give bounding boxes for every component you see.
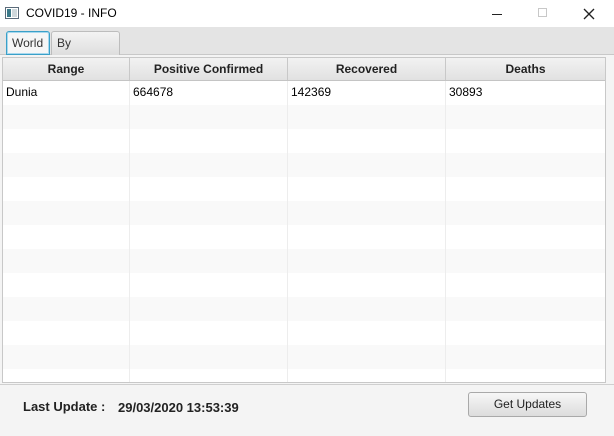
table-cell: [3, 177, 130, 201]
table-cell: [130, 369, 288, 382]
table-cell: [3, 249, 130, 273]
table-cell: [3, 225, 130, 249]
table-cell: [446, 369, 605, 382]
table-cell: 30893: [446, 81, 605, 105]
table-cell: [130, 105, 288, 129]
table-cell: 664678: [130, 81, 288, 105]
column-header-positive-confirmed[interactable]: Positive Confirmed: [130, 58, 288, 80]
table-cell: [288, 249, 446, 273]
close-x-glyph: [583, 8, 595, 20]
get-updates-button[interactable]: Get Updates: [468, 392, 587, 417]
table-cell: [130, 345, 288, 369]
table-cell: [288, 201, 446, 225]
table-cell: [446, 225, 605, 249]
table-row-empty[interactable]: [3, 321, 605, 345]
tab-world[interactable]: World: [6, 31, 50, 55]
data-table[interactable]: Range Positive Confirmed Recovered Death…: [2, 57, 606, 383]
table-row-empty[interactable]: [3, 105, 605, 129]
table-cell: [130, 177, 288, 201]
table-cell: [130, 129, 288, 153]
table-row-empty[interactable]: [3, 369, 605, 382]
table-row[interactable]: Dunia 664678 142369 30893: [3, 81, 605, 105]
minimize-icon[interactable]: [474, 0, 520, 27]
table-side-margin: [606, 57, 614, 383]
table-cell: [446, 177, 605, 201]
column-header-recovered[interactable]: Recovered: [288, 58, 446, 80]
table-cell: [446, 153, 605, 177]
table-cell: [130, 297, 288, 321]
table-row-empty[interactable]: [3, 225, 605, 249]
table-cell: [3, 273, 130, 297]
table-row-empty[interactable]: [3, 273, 605, 297]
table-cell: [446, 249, 605, 273]
table-row-empty[interactable]: [3, 297, 605, 321]
window-title: COVID19 - INFO: [26, 6, 117, 20]
table-cell: [130, 225, 288, 249]
app-window-icon: [5, 7, 19, 19]
table-cell: [130, 249, 288, 273]
table-cell: [446, 129, 605, 153]
table-cell: Dunia: [3, 81, 130, 105]
table-cell: [130, 153, 288, 177]
table-cell: [3, 153, 130, 177]
table-cell: [446, 321, 605, 345]
table-header: Range Positive Confirmed Recovered Death…: [3, 58, 605, 81]
table-cell: [288, 129, 446, 153]
table-cell: [288, 225, 446, 249]
table-cell: [446, 273, 605, 297]
table-row-empty[interactable]: [3, 153, 605, 177]
table-cell: [288, 153, 446, 177]
last-update-label: Last Update :: [23, 399, 106, 414]
table-cell: [446, 201, 605, 225]
table-cell: [288, 273, 446, 297]
table-cell: [3, 201, 130, 225]
table-cell: [288, 105, 446, 129]
tab-bar: World By Country: [0, 27, 614, 72]
table-cell: [3, 129, 130, 153]
table-cell: [3, 297, 130, 321]
table-row-empty[interactable]: [3, 177, 605, 201]
table-cell: [130, 201, 288, 225]
column-header-deaths[interactable]: Deaths: [446, 58, 605, 80]
table-row-empty[interactable]: [3, 129, 605, 153]
table-cell: [3, 369, 130, 382]
table-row-empty[interactable]: [3, 345, 605, 369]
table-row-empty[interactable]: [3, 201, 605, 225]
last-update-value: 29/03/2020 13:53:39: [118, 400, 239, 415]
column-header-range[interactable]: Range: [3, 58, 130, 80]
maximize-icon[interactable]: [520, 0, 566, 27]
table-cell: [288, 369, 446, 382]
tab-by-country[interactable]: By Country: [51, 31, 120, 72]
table-cell: [3, 105, 130, 129]
table-cell: [446, 345, 605, 369]
close-icon[interactable]: [566, 0, 612, 27]
table-cell: [446, 105, 605, 129]
table-cell: [288, 177, 446, 201]
table-cell: [288, 345, 446, 369]
table-cell: [288, 321, 446, 345]
table-cell: [446, 297, 605, 321]
table-cell: 142369: [288, 81, 446, 105]
footer-bar: Last Update : 29/03/2020 13:53:39 Get Up…: [0, 384, 614, 436]
table-cell: [130, 321, 288, 345]
table-cell: [3, 321, 130, 345]
title-bar[interactable]: COVID19 - INFO: [0, 0, 614, 27]
table-cell: [3, 345, 130, 369]
table-cell: [288, 297, 446, 321]
app-window: COVID19 - INFO World By Country Range Po…: [0, 0, 614, 436]
table-row-empty[interactable]: [3, 249, 605, 273]
table-cell: [130, 273, 288, 297]
